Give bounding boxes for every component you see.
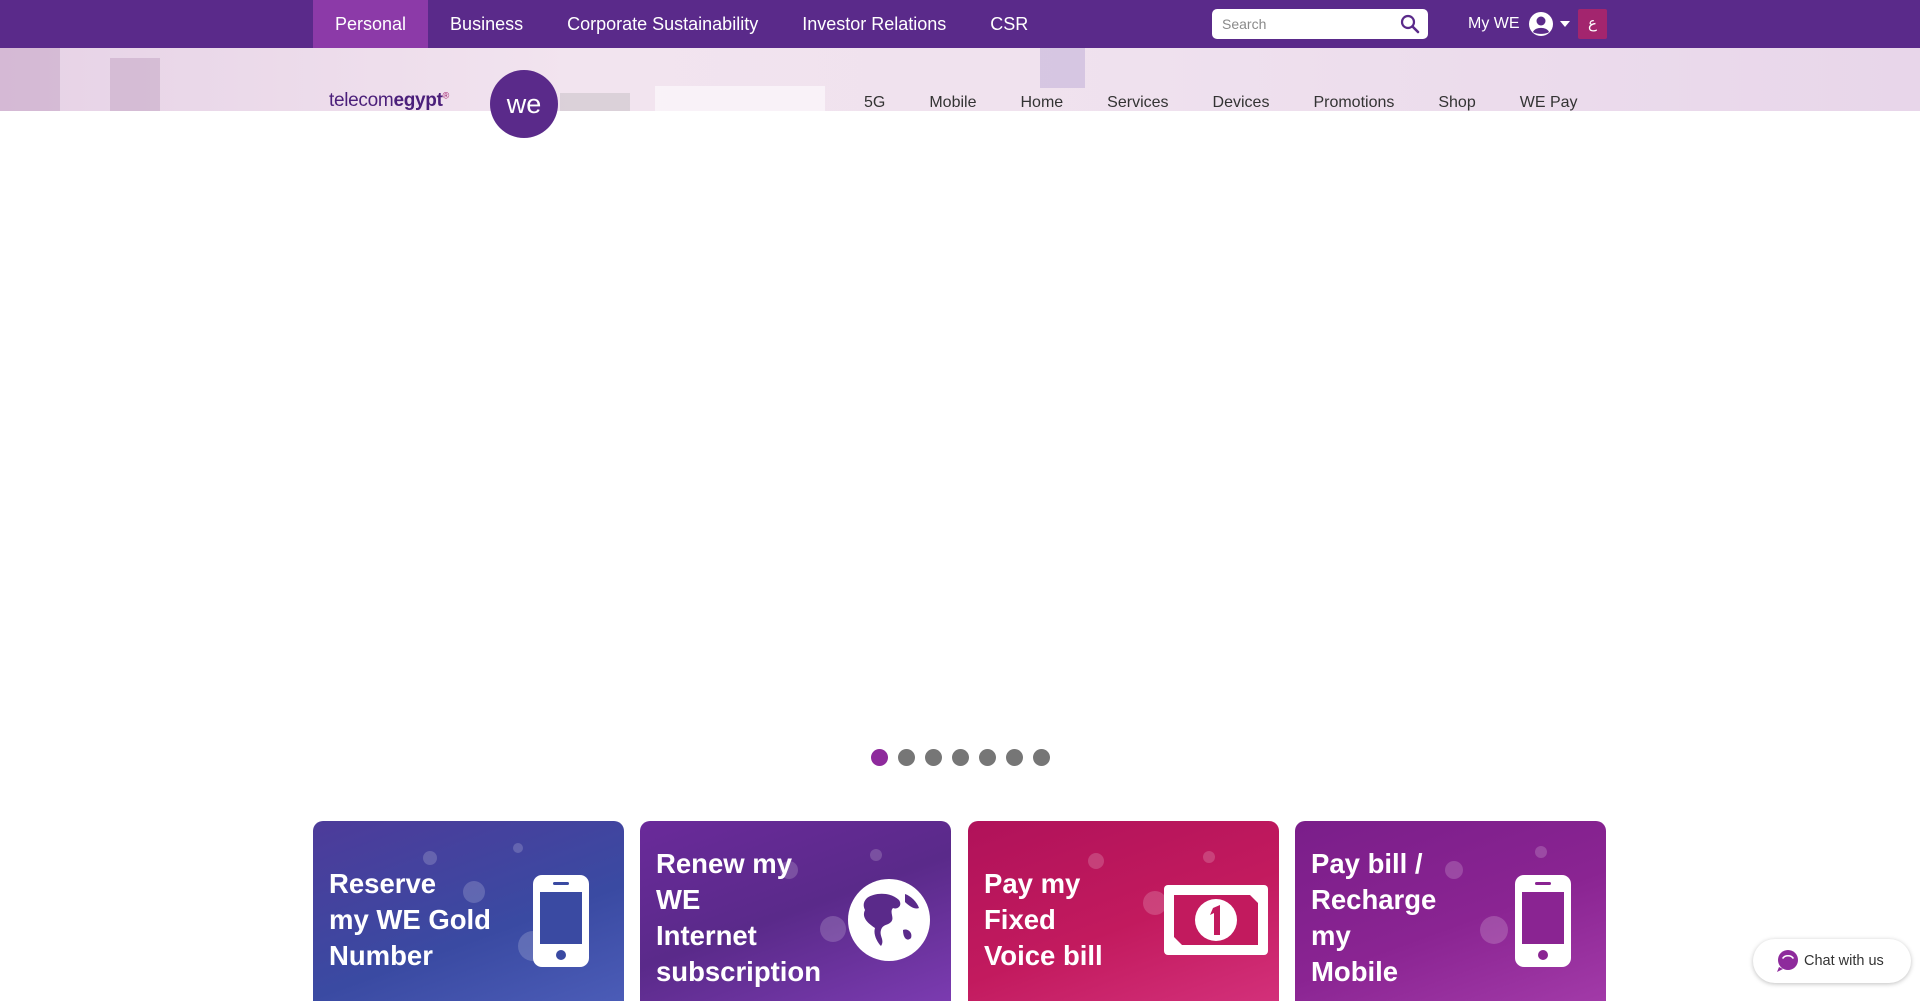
search-icon[interactable] — [1400, 14, 1420, 34]
card-title-line: my WE Gold — [329, 904, 491, 935]
card-title-line: Pay bill / — [1311, 848, 1423, 879]
reserve-gold-number-card[interactable]: Reserve my WE Gold Number — [313, 821, 624, 1001]
carousel-dot[interactable] — [1006, 749, 1023, 766]
card-decoration — [870, 849, 882, 861]
globe-icon — [848, 879, 930, 961]
card-title-line: Reserve — [329, 868, 437, 899]
card-decoration — [1480, 916, 1508, 944]
card-title-line: WE — [656, 884, 701, 915]
banknote-icon — [1164, 885, 1268, 955]
phone-icon — [533, 875, 589, 967]
telecom-egypt-logo[interactable]: telecomegypt® — [329, 90, 449, 112]
card-title-line: Renew my — [656, 848, 793, 879]
card-title-line: Voice bill — [984, 940, 1103, 971]
user-icon — [1528, 12, 1553, 36]
card-decoration — [1203, 851, 1215, 863]
segment-tab-csr[interactable]: CSR — [968, 0, 1050, 48]
logo-registered-mark: ® — [442, 90, 450, 101]
chat-label: Chat with us — [1804, 953, 1884, 969]
segment-tab-personal[interactable]: Personal — [313, 0, 429, 48]
carousel-dot[interactable] — [898, 749, 915, 766]
banner-texture — [110, 58, 160, 111]
card-title-line: Fixed — [984, 904, 1056, 935]
segment-tab-corporate-sustainability[interactable]: Corporate Sustainability — [545, 0, 780, 48]
card-title-line: my — [1311, 920, 1351, 951]
card-title-line: Pay my — [984, 868, 1081, 899]
segment-nav: Personal Business Corporate Sustainabili… — [313, 0, 1050, 48]
chat-with-us-button[interactable]: Chat with us — [1753, 939, 1911, 983]
card-title-line: Number — [329, 940, 433, 971]
logo-text-light: telecom — [329, 90, 394, 111]
logo-text-bold: egypt — [393, 90, 443, 111]
carousel-dot[interactable] — [1033, 749, 1050, 766]
card-title: Pay my Fixed Voice bill — [984, 866, 1103, 974]
language-toggle-button[interactable]: ع — [1578, 9, 1607, 39]
top-bar: Personal Business Corporate Sustainabili… — [0, 0, 1920, 48]
segment-tab-business[interactable]: Business — [428, 0, 545, 48]
chat-bubble-icon — [1777, 950, 1798, 972]
card-title-line: Internet — [656, 920, 757, 951]
segment-tab-investor-relations[interactable]: Investor Relations — [780, 0, 968, 48]
search-box — [1212, 9, 1428, 39]
card-title-line: Recharge — [1311, 884, 1437, 915]
carousel-dot[interactable] — [871, 749, 888, 766]
carousel-dot[interactable] — [925, 749, 942, 766]
card-title-line: subscription — [656, 956, 822, 987]
renew-internet-card[interactable]: Renew my WE Internet subscription — [640, 821, 951, 1001]
my-we-account-menu[interactable]: My WE — [1468, 0, 1570, 48]
card-decoration — [1445, 861, 1463, 879]
my-we-label: My WE — [1468, 15, 1520, 32]
chevron-down-icon — [1559, 21, 1570, 27]
hero-carousel — [0, 111, 1920, 741]
banner-texture — [655, 86, 825, 111]
carousel-dots — [871, 749, 1060, 766]
card-decoration — [820, 916, 846, 942]
search-input[interactable] — [1222, 9, 1392, 39]
carousel-dot[interactable] — [979, 749, 996, 766]
pay-bill-recharge-mobile-card[interactable]: Pay bill / Recharge my Mobile — [1295, 821, 1606, 1001]
card-title: Renew my WE Internet subscription — [656, 846, 821, 990]
carousel-dot[interactable] — [952, 749, 969, 766]
phone-icon — [1515, 875, 1571, 967]
card-decoration — [423, 851, 437, 865]
banner-texture — [1040, 48, 1085, 88]
card-title: Pay bill / Recharge my Mobile — [1311, 846, 1436, 990]
banner-texture — [560, 93, 630, 111]
card-title: Reserve my WE Gold Number — [329, 866, 491, 974]
card-title-line: Mobile — [1311, 956, 1399, 987]
card-decoration — [513, 843, 523, 853]
card-decoration — [1535, 846, 1547, 858]
pay-fixed-voice-bill-card[interactable]: Pay my Fixed Voice bill — [968, 821, 1279, 1001]
banner-texture — [0, 48, 60, 111]
